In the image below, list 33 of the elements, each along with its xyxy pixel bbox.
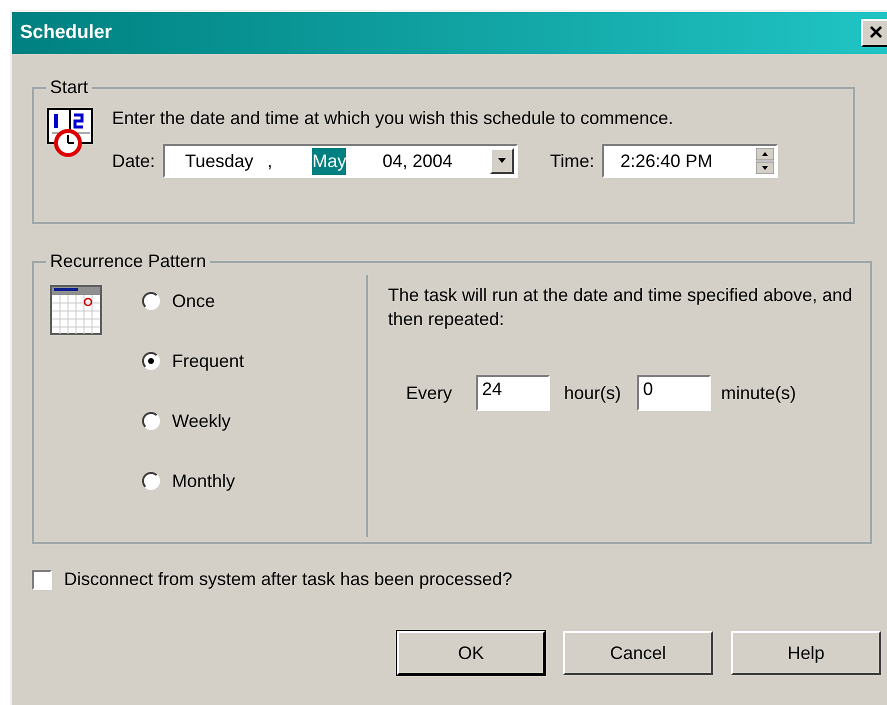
time-field[interactable]: 2:26:40 PM: [602, 144, 778, 178]
minutes-unit-label: minute(s): [721, 382, 796, 405]
radio-label: Weekly: [172, 410, 231, 433]
hours-field[interactable]: 24: [476, 375, 550, 411]
dialog-button[interactable]: OK: [397, 631, 545, 675]
spinner-icon[interactable]: [756, 148, 774, 174]
instruction-text: Enter the date and time at which you wish this schedule to commence.: [112, 107, 674, 130]
every-label: Every: [406, 382, 452, 405]
date-picker[interactable]: Tuesday , May 04, 2004: [163, 144, 518, 178]
recurrence-description: The task will run at the date and time specified above, and then repeated:: [388, 284, 854, 331]
dialog-button[interactable]: Cancel: [563, 631, 713, 675]
radio-button[interactable]: [142, 472, 160, 490]
radio-button[interactable]: [142, 352, 160, 370]
radio-label: Frequent: [172, 350, 244, 373]
time-label: Time:: [550, 150, 594, 172]
group-label: Start: [49, 76, 90, 99]
dialog-button[interactable]: Help: [731, 631, 881, 675]
radio-label: Monthly: [172, 470, 236, 493]
close-button[interactable]: ×: [861, 19, 887, 47]
dropdown-button[interactable]: [490, 148, 514, 174]
minutes-field[interactable]: 0: [637, 375, 712, 411]
dropdown-arrow-icon: [497, 158, 508, 164]
date-label: Date:: [112, 150, 156, 172]
disconnect-checkbox[interactable]: [32, 570, 52, 590]
window-title: Scheduler: [20, 20, 112, 45]
disconnect-label: Disconnect from system after task has been processed?: [64, 568, 512, 591]
hours-unit-label: hour(s): [564, 382, 622, 405]
calendar-icon: [50, 285, 102, 335]
group-label: Recurrence Pattern: [49, 250, 208, 273]
radio-label: Once: [172, 290, 216, 312]
radio-button[interactable]: [142, 292, 160, 310]
radio-button[interactable]: [142, 412, 160, 430]
calendar-clock-icon: [46, 105, 96, 157]
